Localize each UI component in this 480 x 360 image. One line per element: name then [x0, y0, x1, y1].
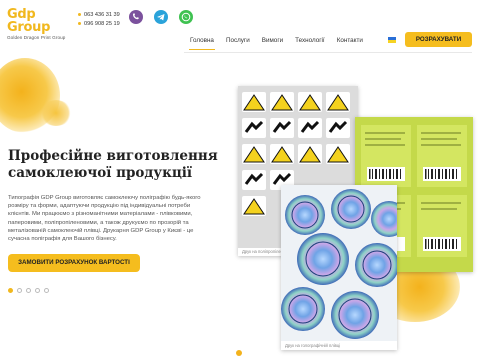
phone-2[interactable]: 096 908 25 19 — [78, 20, 120, 29]
nav-item-requirements[interactable]: Вимоги — [256, 34, 289, 48]
phone-list: 063 436 31 39 096 908 25 19 — [78, 11, 120, 29]
brand-logo[interactable]: Gdp Group Golden Dragon Print Group — [7, 8, 73, 40]
calculate-button[interactable]: РОЗРАХУВАТИ — [405, 32, 472, 47]
photo-caption: Друк на голографічній плівці — [285, 343, 341, 348]
phone-dot-icon — [78, 22, 81, 26]
holographic-seals-photo: Друк на голографічній плівці — [281, 185, 397, 350]
phone-dot-icon — [78, 13, 81, 17]
paint-splash — [40, 100, 72, 126]
nav-item-services[interactable]: Послуги — [220, 34, 256, 48]
order-estimate-button[interactable]: ЗАМОВИТИ РОЗРАХУНОК ВАРТОСТІ — [8, 254, 140, 272]
slider-dot[interactable] — [8, 288, 13, 293]
slider-dot[interactable] — [44, 288, 49, 293]
slider-dots — [8, 288, 49, 293]
nav-item-technologies[interactable]: Технології — [289, 34, 331, 48]
hero-description: Типографія GDP Group виготовляє самоклею… — [8, 195, 201, 243]
slider-dot[interactable] — [17, 288, 22, 293]
main-nav: Головна Послуги Вимоги Технології Контак… — [184, 34, 369, 50]
telegram-icon[interactable] — [154, 10, 168, 24]
header-divider — [184, 52, 472, 53]
viber-icon[interactable] — [129, 10, 143, 24]
nav-item-contacts[interactable]: Контакти — [331, 34, 369, 48]
photo-caption: Друк на поліпропілені — [242, 249, 285, 254]
logo-subtitle: Golden Dragon Print Group — [7, 35, 66, 40]
phone-1[interactable]: 063 436 31 39 — [78, 11, 120, 20]
nav-item-home[interactable]: Головна — [184, 34, 220, 50]
ukraine-flag-icon[interactable] — [388, 37, 396, 43]
hero-title: Професійне виготовлення самоклеючої прод… — [8, 148, 218, 181]
whatsapp-icon[interactable] — [179, 10, 193, 24]
slider-dot[interactable] — [35, 288, 40, 293]
logo-text: Gdp Group — [7, 7, 51, 35]
paint-splash — [236, 350, 242, 356]
slider-dot[interactable] — [26, 288, 31, 293]
